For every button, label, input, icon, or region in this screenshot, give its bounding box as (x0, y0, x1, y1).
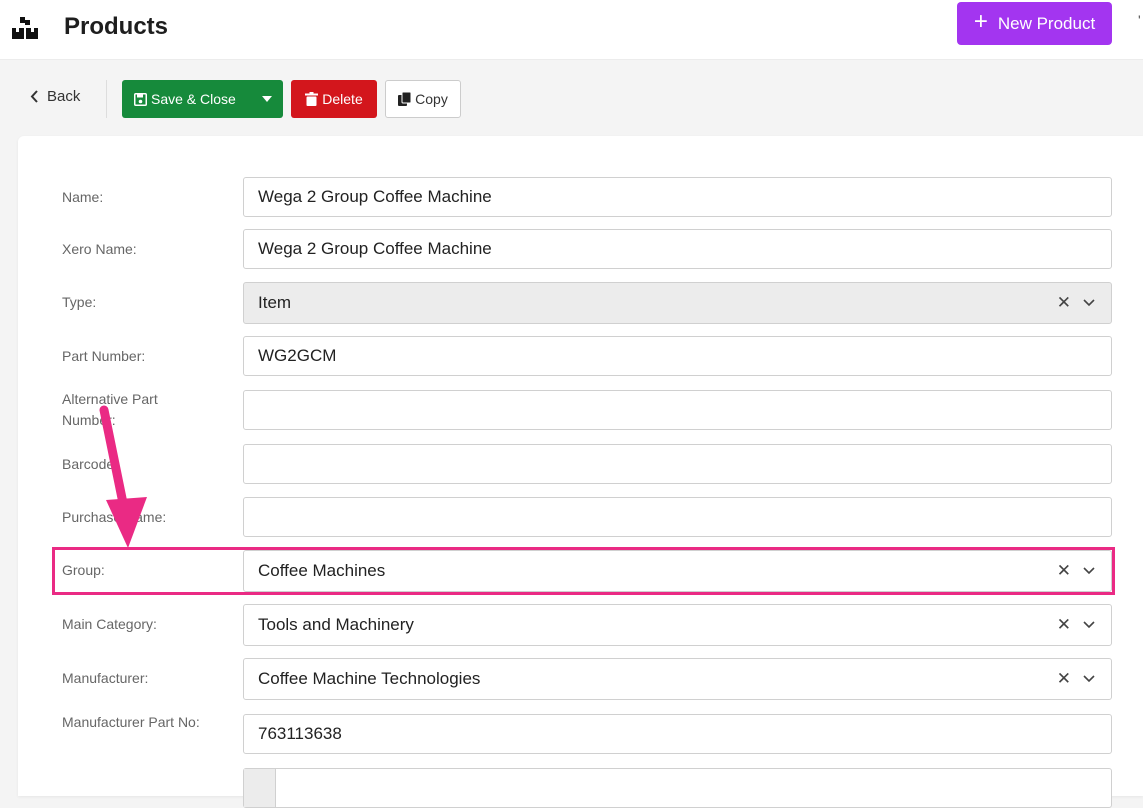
part-number-label: Part Number: (62, 348, 146, 364)
manufacturer-part-input[interactable]: 763113638 (243, 714, 1112, 754)
toolbar: Back Save & Close Delete Copy (0, 80, 1143, 118)
trash-icon (305, 92, 319, 106)
save-close-label: Save & Close (151, 91, 236, 107)
type-select[interactable]: Item ✕ (243, 282, 1112, 324)
delete-label: Delete (322, 91, 363, 107)
manufacturer-part-value: 763113638 (258, 724, 342, 743)
save-close-main[interactable]: Save & Close (122, 91, 250, 107)
chevron-down-icon[interactable] (1083, 299, 1095, 307)
manufacturer-part-label: Manufacturer Part No: (62, 714, 200, 730)
input-addon (244, 769, 276, 807)
chevron-down-icon[interactable] (1083, 675, 1095, 683)
manufacturer-select[interactable]: Coffee Machine Technologies ✕ (243, 658, 1112, 700)
main-category-value: Tools and Machinery (258, 615, 414, 634)
barcode-input[interactable] (243, 444, 1112, 484)
main-category-select[interactable]: Tools and Machinery ✕ (243, 604, 1112, 646)
purchase-name-input[interactable] (243, 497, 1112, 537)
barcode-label: Barcode: (62, 456, 119, 472)
save-options-toggle[interactable] (250, 80, 283, 118)
alt-part-number-input[interactable] (243, 390, 1112, 430)
type-label: Type: (62, 294, 97, 310)
new-product-button[interactable]: + New Product (957, 2, 1112, 45)
boxes-icon (12, 17, 38, 39)
name-value: Wega 2 Group Coffee Machine (258, 187, 492, 206)
top-bar: Products + New Product ' (0, 0, 1143, 60)
copy-icon (398, 92, 412, 106)
clear-icon[interactable]: ✕ (1057, 561, 1071, 581)
name-label: Name: (62, 189, 104, 205)
name-input[interactable]: Wega 2 Group Coffee Machine (243, 177, 1112, 217)
part-number-value: WG2GCM (258, 346, 337, 365)
xero-name-label: Xero Name: (62, 241, 137, 257)
back-label: Back (47, 88, 81, 105)
save-icon (134, 92, 147, 106)
chevron-down-icon[interactable] (1083, 621, 1095, 629)
back-button[interactable]: Back (30, 88, 80, 105)
type-value: Item (258, 293, 292, 312)
overflow-mark: ' (1138, 12, 1141, 28)
manufacturer-value: Coffee Machine Technologies (258, 669, 481, 688)
delete-button[interactable]: Delete (291, 80, 377, 118)
chevron-down-icon[interactable] (1083, 567, 1095, 575)
plus-icon: + (973, 8, 988, 35)
part-number-input[interactable]: WG2GCM (243, 336, 1112, 376)
group-select[interactable]: Coffee Machines ✕ (243, 550, 1112, 592)
chevron-left-icon (30, 90, 38, 103)
group-value: Coffee Machines (258, 561, 386, 580)
manufacturer-controls: ✕ (1057, 669, 1111, 689)
type-controls: ✕ (1057, 293, 1111, 313)
clear-icon[interactable]: ✕ (1057, 669, 1071, 689)
page-title: Products (64, 13, 169, 40)
save-close-button[interactable]: Save & Close (122, 80, 283, 118)
clear-icon[interactable]: ✕ (1057, 293, 1071, 313)
copy-label: Copy (415, 91, 448, 107)
toolbar-divider (106, 80, 107, 118)
caret-down-icon (261, 96, 272, 102)
main-category-controls: ✕ (1057, 615, 1111, 635)
next-input-group[interactable] (243, 768, 1112, 808)
xero-name-value: Wega 2 Group Coffee Machine (258, 239, 492, 258)
group-label: Group: (62, 562, 105, 578)
copy-button[interactable]: Copy (385, 80, 461, 118)
alt-part-number-label: Alternative Part Number: (62, 391, 158, 428)
manufacturer-label: Manufacturer: (62, 670, 149, 686)
new-product-label: New Product (997, 13, 1096, 33)
purchase-name-label: Purchase Name: (62, 509, 167, 525)
clear-icon[interactable]: ✕ (1057, 615, 1071, 635)
group-controls: ✕ (1057, 561, 1111, 581)
product-form: Name: Wega 2 Group Coffee Machine Xero N… (18, 136, 1143, 808)
xero-name-input[interactable]: Wega 2 Group Coffee Machine (243, 229, 1112, 269)
main-category-label: Main Category: (62, 616, 157, 632)
